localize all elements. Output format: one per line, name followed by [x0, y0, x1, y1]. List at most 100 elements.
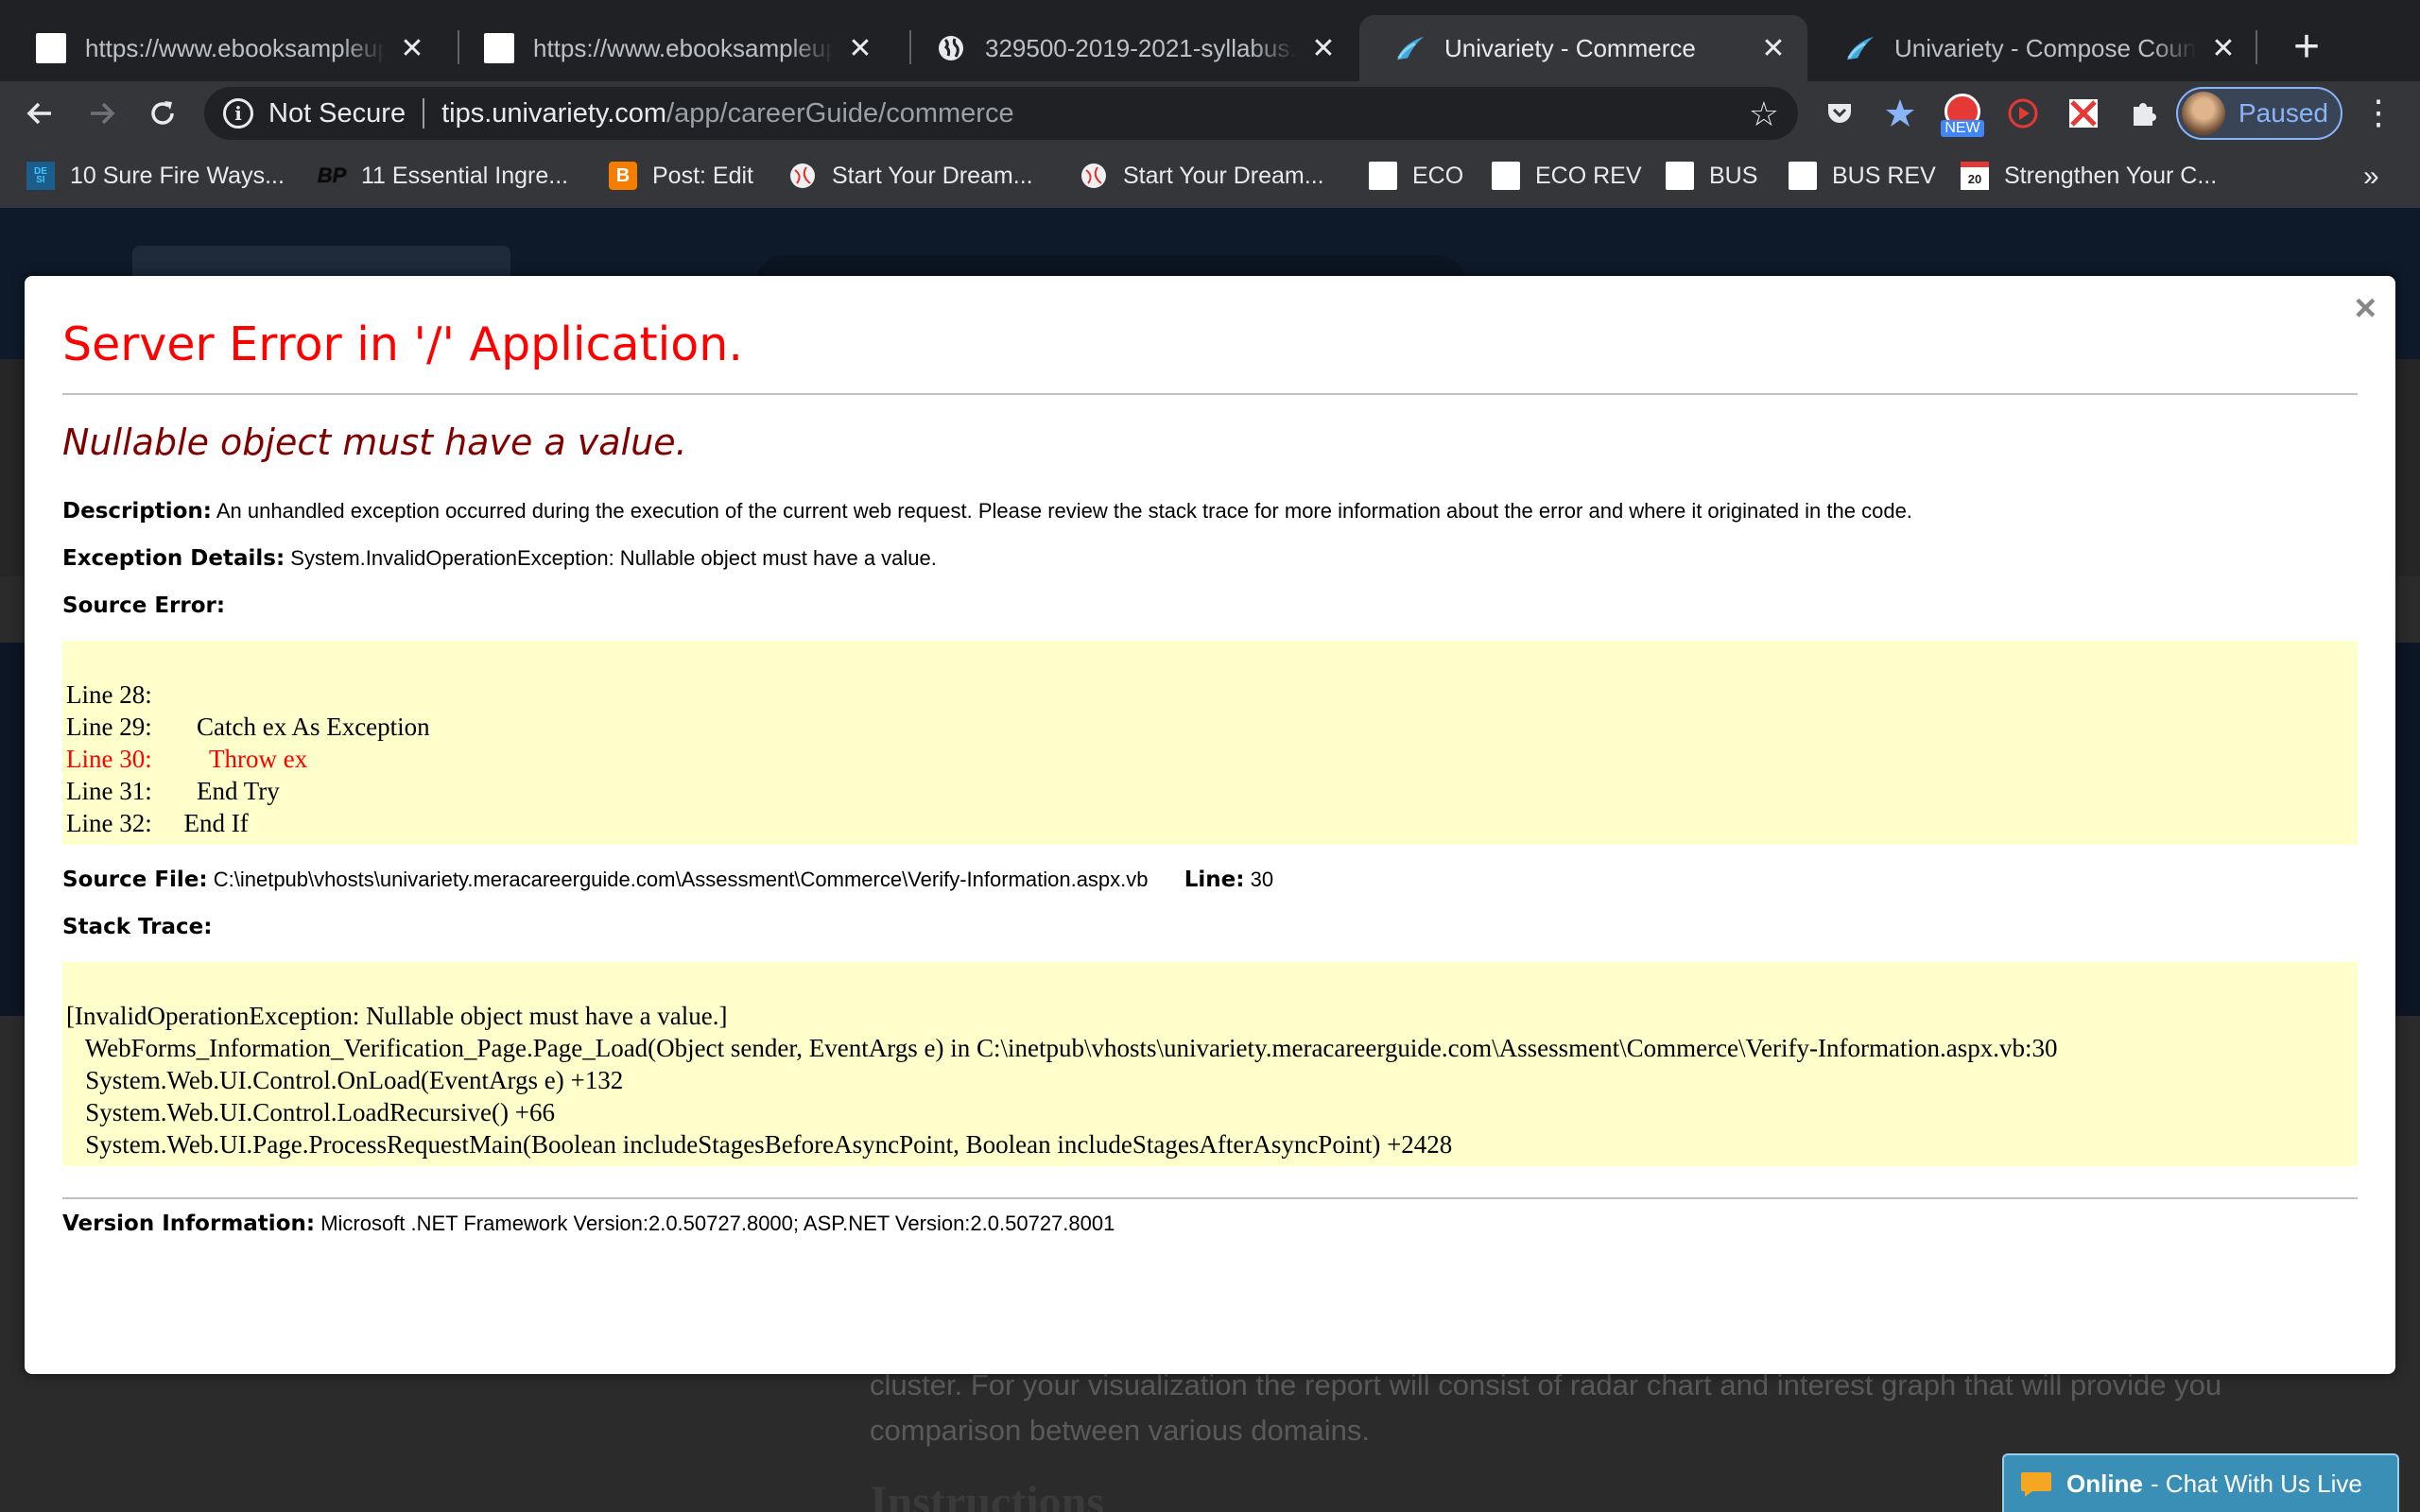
avatar: [2182, 92, 2225, 135]
source-error-row: Source Error:: [62, 593, 225, 618]
bookmark-item[interactable]: BUS: [1666, 155, 1757, 197]
bookmark-label: BUS REV: [1832, 162, 1936, 189]
stack-line: System.Web.UI.Page.ProcessRequestMain(Bo…: [66, 1130, 1453, 1159]
bookmark-item[interactable]: Start Your Dream...: [1080, 155, 1324, 197]
reload-button[interactable]: [138, 89, 187, 138]
arrow-left-icon: [26, 102, 51, 125]
source-error-label: Source Error:: [62, 593, 226, 618]
chat-widget-button[interactable]: Online - Chat With Us Live: [2002, 1453, 2399, 1512]
new-extension-icon[interactable]: NEW: [1940, 89, 1985, 142]
close-icon[interactable]: ✕: [397, 32, 427, 65]
source-line: Line 31: End Try: [66, 777, 280, 805]
security-status[interactable]: Not Secure: [268, 98, 406, 129]
bookmark-label: Start Your Dream...: [832, 162, 1033, 189]
bookmark-item[interactable]: B Post: Edit: [609, 155, 753, 197]
tab-univariety-compose[interactable]: Univariety - Compose Counsellor ✕: [1809, 15, 2257, 81]
bp-icon: BP: [317, 162, 347, 190]
tab-title: Univariety - Compose Counsellor: [1894, 33, 2197, 62]
tab-separator: [2256, 30, 2257, 64]
tab-univariety-commerce[interactable]: Univariety - Commerce ✕: [1359, 15, 1807, 81]
star-extension-icon[interactable]: [1881, 94, 1919, 132]
version-row: Version Information: Microsoft .NET Fram…: [62, 1211, 1115, 1236]
tab-ebook-1[interactable]: https://www.ebooksampleupload.com ✕: [0, 15, 446, 81]
chat-label: - Chat With Us Live: [2150, 1469, 2362, 1498]
bookmark-item[interactable]: 20 Strengthen Your C...: [1961, 155, 2217, 197]
bookmark-label: Start Your Dream...: [1123, 162, 1324, 189]
pocket-extension-icon[interactable]: [1821, 94, 1858, 132]
close-icon[interactable]: ×: [2355, 289, 2377, 327]
info-icon[interactable]: i: [223, 98, 253, 129]
description-row: Description: An unhandled exception occu…: [62, 499, 1912, 524]
more-menu-icon[interactable]: ⋮: [2360, 91, 2397, 136]
site-icon: [788, 162, 817, 190]
page-body-text: cluster. For your visualization the repo…: [870, 1368, 2222, 1447]
bookmark-label: 11 Essential Ingre...: [361, 162, 569, 189]
divider: [423, 98, 425, 129]
divider: [62, 1197, 2358, 1199]
version-label: Version Information:: [62, 1211, 316, 1236]
stack-line: System.Web.UI.Control.LoadRecursive() +6…: [66, 1098, 555, 1126]
reload-icon: [151, 101, 174, 125]
error-message: Nullable object must have a value.: [62, 421, 687, 463]
new-badge: NEW: [1941, 120, 1984, 137]
blank-page-icon: [36, 33, 66, 63]
close-icon[interactable]: ✕: [2208, 32, 2238, 65]
instructions-heading: Instructions: [870, 1477, 1105, 1512]
blank-page-icon: [1492, 162, 1520, 190]
exception-text: System.InvalidOperationException: Nullab…: [290, 546, 937, 570]
stack-line: System.Web.UI.Control.OnLoad(EventArgs e…: [66, 1066, 624, 1094]
tab-syllabus[interactable]: 329500-2019-2021-syllabus.pdf ✕: [900, 15, 1357, 81]
profile-button[interactable]: Paused: [2176, 87, 2342, 140]
profile-status: Paused: [2238, 98, 2328, 128]
extensions-puzzle-icon[interactable]: [2125, 94, 2163, 132]
bookmark-label: ECO: [1412, 162, 1464, 189]
bookmark-star-icon[interactable]: ☆: [1749, 94, 1779, 134]
source-line: Line 28:: [66, 680, 152, 709]
design-blog-icon: DE SI: [26, 162, 55, 190]
bookmark-item[interactable]: DE SI 10 Sure Fire Ways...: [26, 155, 285, 197]
line-label: Line:: [1184, 868, 1245, 892]
url-host[interactable]: tips.univariety.com: [441, 98, 666, 129]
calendar-icon: 20: [1961, 162, 1989, 190]
description-label: Description:: [62, 499, 212, 524]
univariety-logo-icon: [1395, 33, 1426, 63]
stack-trace-label: Stack Trace:: [62, 915, 213, 939]
back-button[interactable]: [15, 89, 64, 138]
bookmark-label: ECO REV: [1535, 162, 1642, 189]
url-path[interactable]: /app/careerGuide/commerce: [666, 98, 1014, 129]
description-text: An unhandled exception occurred during t…: [216, 499, 1912, 523]
bookmark-item[interactable]: ECO REV: [1492, 155, 1642, 197]
new-tab-button[interactable]: +: [2278, 21, 2335, 77]
exception-row: Exception Details: System.InvalidOperati…: [62, 546, 937, 571]
forward-button[interactable]: [78, 89, 127, 138]
bookmark-label: BUS: [1709, 162, 1758, 189]
blank-page-icon: [1369, 162, 1397, 190]
address-bar[interactable]: i Not Secure tips.univariety.com/app/car…: [204, 87, 1798, 140]
blank-page-icon: [484, 33, 514, 63]
bookmark-item[interactable]: BP 11 Essential Ingre...: [317, 155, 569, 197]
tab-title: https://www.ebooksampleupload.com: [533, 33, 834, 62]
close-icon[interactable]: ✕: [845, 32, 875, 65]
tab-ebook-2[interactable]: https://www.ebooksampleupload.com ✕: [448, 15, 894, 81]
univariety-logo-icon: [1845, 33, 1876, 63]
bookmark-item[interactable]: ECO: [1369, 155, 1463, 197]
tab-strip: https://www.ebooksampleupload.com ✕ http…: [0, 0, 2420, 81]
bookmark-label: 10 Sure Fire Ways...: [70, 162, 285, 189]
blank-page-icon: [1666, 162, 1694, 190]
close-icon[interactable]: ✕: [1308, 32, 1339, 65]
stack-trace-box: [InvalidOperationException: Nullable obj…: [62, 962, 2358, 1166]
bookmark-label: Post: Edit: [652, 162, 753, 189]
tab-title: 329500-2019-2021-syllabus.pdf: [985, 33, 1297, 62]
bookmark-item[interactable]: Start Your Dream...: [788, 155, 1033, 197]
browser-toolbar: i Not Secure tips.univariety.com/app/car…: [0, 81, 2420, 146]
play-extension-icon[interactable]: [2004, 94, 2042, 132]
bookmark-item[interactable]: BUS REV: [1789, 155, 1936, 197]
bookmark-label: Strengthen Your C...: [2004, 162, 2218, 189]
close-icon[interactable]: ✕: [1758, 32, 1789, 65]
blank-page-icon: [1789, 162, 1817, 190]
blocker-extension-icon[interactable]: [2065, 94, 2102, 132]
page-title: Server Error in '/' Application.: [62, 318, 743, 371]
tab-title: Univariety - Commerce: [1444, 33, 1696, 62]
chevron-double-right-icon[interactable]: »: [2363, 161, 2379, 193]
source-line-highlighted: Line 30: Throw ex: [66, 745, 308, 773]
